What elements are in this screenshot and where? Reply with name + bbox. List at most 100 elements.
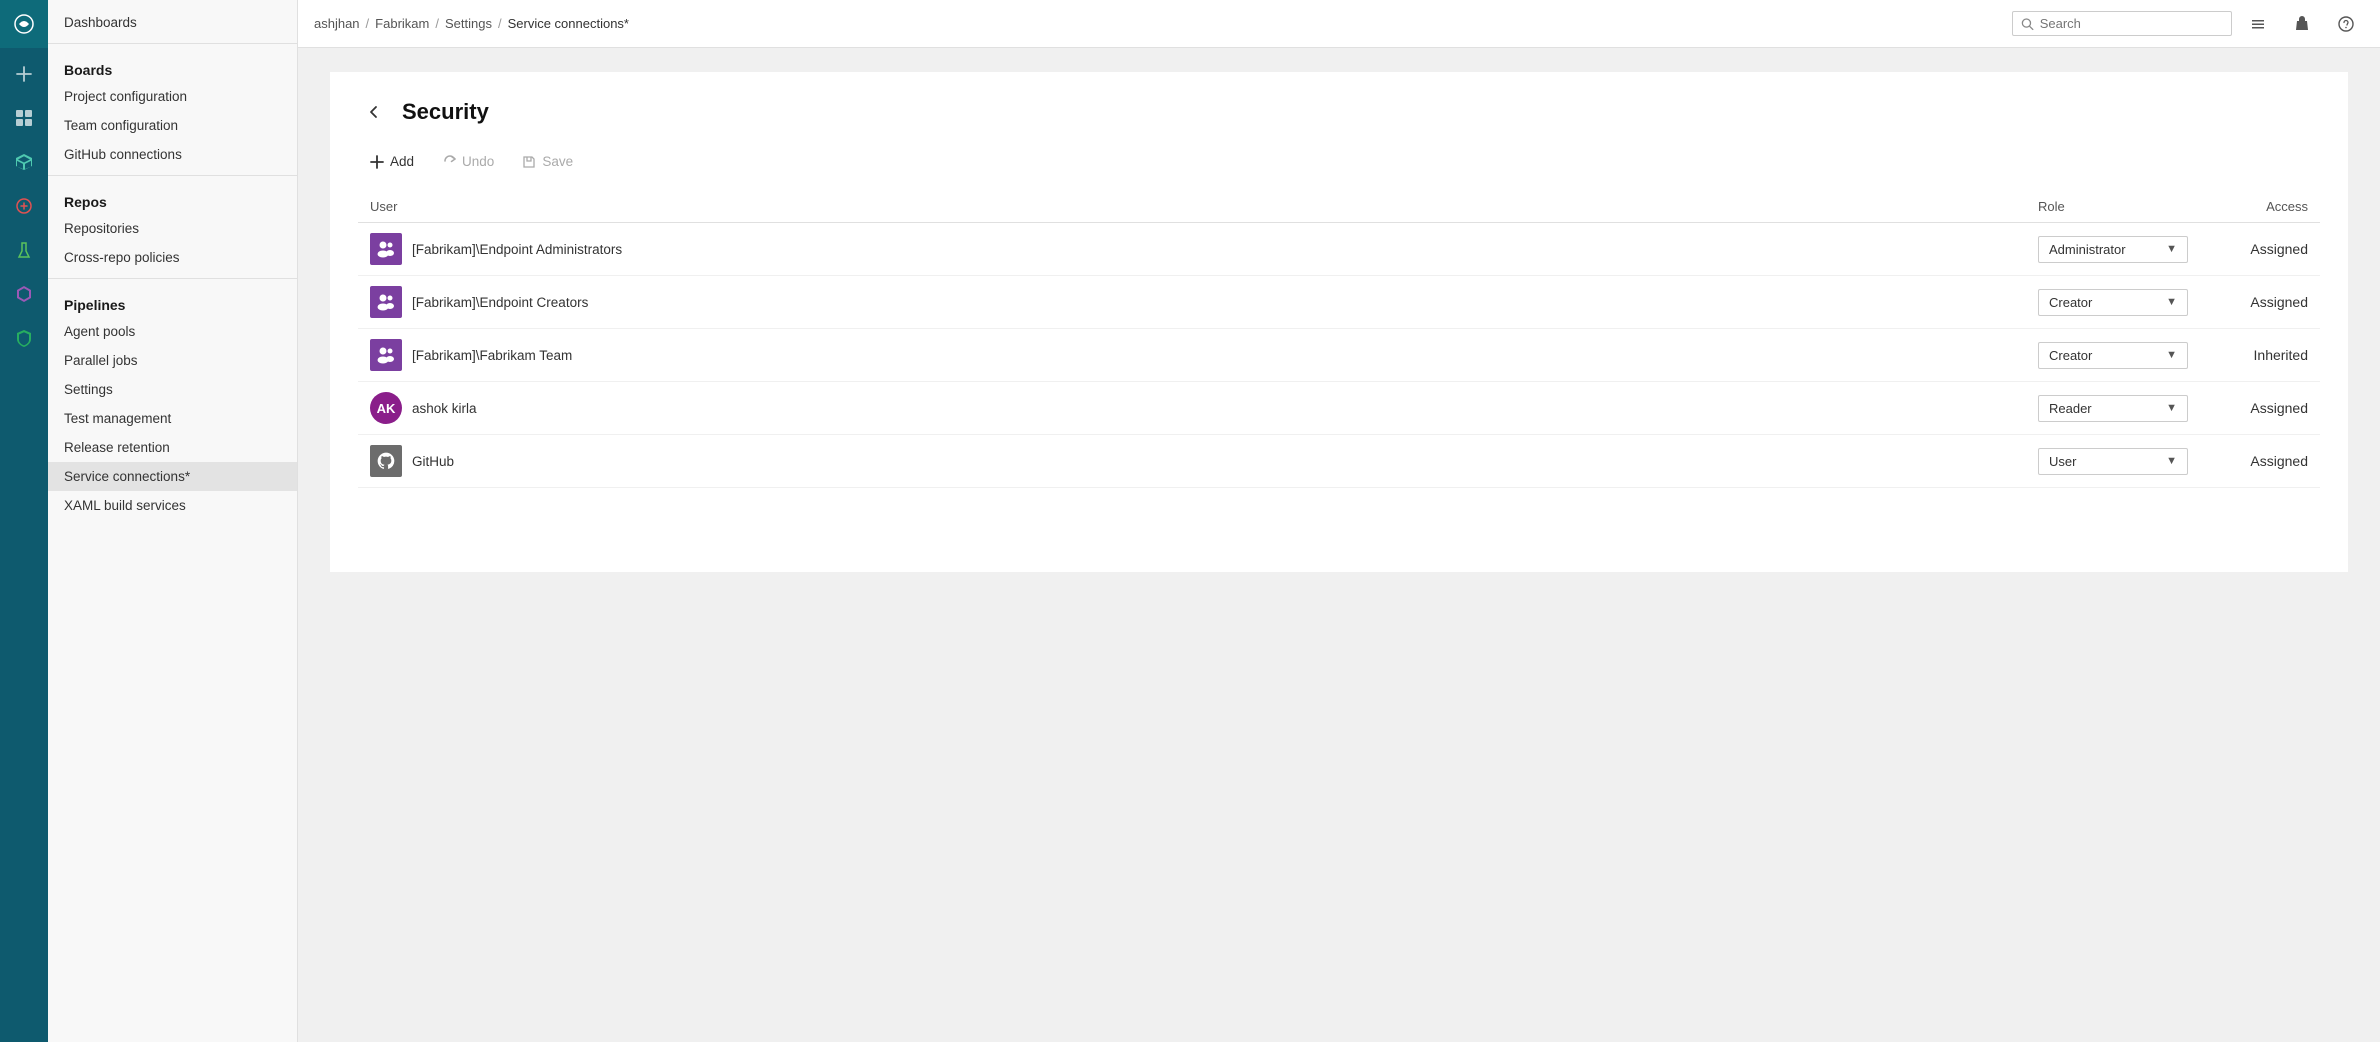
breadcrumb-sep-2: / <box>435 16 439 31</box>
rail-icon-repos[interactable] <box>0 140 48 184</box>
breadcrumb-settings[interactable]: Settings <box>445 16 492 31</box>
sidebar: Dashboards Boards Project configuration … <box>48 0 298 1042</box>
search-input[interactable] <box>2040 16 2223 31</box>
main-area: ashjhan / Fabrikam / Settings / Service … <box>298 0 2380 1042</box>
access-cell: Assigned <box>2200 223 2320 276</box>
chevron-down-icon: ▼ <box>2166 402 2177 414</box>
sidebar-item-team-config[interactable]: Team configuration <box>48 111 297 140</box>
add-icon <box>370 155 384 169</box>
rail-icon-pipelines[interactable] <box>0 184 48 228</box>
avatar <box>370 445 402 477</box>
rail-icon-boards[interactable] <box>0 96 48 140</box>
topbar-bag-icon[interactable] <box>2284 6 2320 42</box>
breadcrumb-fabrikam[interactable]: Fabrikam <box>375 16 429 31</box>
sidebar-divider-1 <box>48 43 297 44</box>
sidebar-section-boards: Boards <box>48 50 297 82</box>
chevron-down-icon: ▼ <box>2166 455 2177 467</box>
col-header-user: User <box>358 191 2026 223</box>
table-row: GitHub User ▼ Assigned <box>358 435 2320 488</box>
table-row: [Fabrikam]\Fabrikam Team Creator ▼ Inher… <box>358 329 2320 382</box>
sidebar-item-cross-repo[interactable]: Cross-repo policies <box>48 243 297 272</box>
user-name: [Fabrikam]\Fabrikam Team <box>412 348 572 363</box>
table-row: [Fabrikam]\Endpoint Creators Creator ▼ A… <box>358 276 2320 329</box>
breadcrumb-service-connections: Service connections* <box>508 16 629 31</box>
rail-icon-test[interactable] <box>0 228 48 272</box>
icon-rail <box>0 0 48 1042</box>
search-icon <box>2021 17 2034 31</box>
user-cell: [Fabrikam]\Fabrikam Team <box>358 329 2026 382</box>
rail-icon-add[interactable] <box>0 52 48 96</box>
sidebar-item-repositories[interactable]: Repositories <box>48 214 297 243</box>
breadcrumb-sep-1: / <box>366 16 370 31</box>
role-value: Creator <box>2049 348 2092 363</box>
content-panel: Security Add Undo Save <box>330 72 2348 572</box>
sidebar-item-service-connections[interactable]: Service connections* <box>48 462 297 491</box>
page-title: Security <box>402 99 489 125</box>
toolbar: Add Undo Save <box>358 148 2320 175</box>
avatar: AK <box>370 392 402 424</box>
avatar <box>370 286 402 318</box>
topbar-help-icon[interactable] <box>2328 6 2364 42</box>
save-button[interactable]: Save <box>510 148 585 175</box>
role-cell[interactable]: Creator ▼ <box>2026 329 2200 382</box>
sidebar-section-repos: Repos <box>48 182 297 214</box>
search-box[interactable] <box>2012 11 2232 36</box>
sidebar-item-test-management[interactable]: Test management <box>48 404 297 433</box>
sidebar-item-release-retention[interactable]: Release retention <box>48 433 297 462</box>
user-name: [Fabrikam]\Endpoint Creators <box>412 295 588 310</box>
access-cell: Assigned <box>2200 276 2320 329</box>
role-value: Administrator <box>2049 242 2126 257</box>
avatar <box>370 233 402 265</box>
role-cell[interactable]: Administrator ▼ <box>2026 223 2200 276</box>
save-icon <box>522 155 536 169</box>
sidebar-item-parallel-jobs[interactable]: Parallel jobs <box>48 346 297 375</box>
chevron-down-icon: ▼ <box>2166 243 2177 255</box>
user-name: ashok kirla <box>412 401 477 416</box>
role-dropdown[interactable]: Creator ▼ <box>2038 289 2188 316</box>
role-cell[interactable]: Reader ▼ <box>2026 382 2200 435</box>
role-dropdown[interactable]: Creator ▼ <box>2038 342 2188 369</box>
undo-button[interactable]: Undo <box>430 148 506 175</box>
sidebar-item-dashboards[interactable]: Dashboards <box>48 8 297 37</box>
table-row: [Fabrikam]\Endpoint Administrators Admin… <box>358 223 2320 276</box>
undo-icon <box>442 155 456 169</box>
page-header: Security <box>358 96 2320 128</box>
content-area: Security Add Undo Save <box>298 48 2380 1042</box>
user-cell: GitHub <box>358 435 2026 488</box>
role-cell[interactable]: User ▼ <box>2026 435 2200 488</box>
sidebar-item-project-config[interactable]: Project configuration <box>48 82 297 111</box>
topbar-list-icon[interactable] <box>2240 6 2276 42</box>
access-cell: Assigned <box>2200 435 2320 488</box>
user-name: [Fabrikam]\Endpoint Administrators <box>412 242 622 257</box>
sidebar-section-pipelines: Pipelines <box>48 285 297 317</box>
sidebar-item-github-connections[interactable]: GitHub connections <box>48 140 297 169</box>
sidebar-item-agent-pools[interactable]: Agent pools <box>48 317 297 346</box>
role-dropdown[interactable]: Administrator ▼ <box>2038 236 2188 263</box>
role-cell[interactable]: Creator ▼ <box>2026 276 2200 329</box>
user-cell: [Fabrikam]\Endpoint Administrators <box>358 223 2026 276</box>
user-cell: [Fabrikam]\Endpoint Creators <box>358 276 2026 329</box>
role-dropdown[interactable]: Reader ▼ <box>2038 395 2188 422</box>
sidebar-item-settings[interactable]: Settings <box>48 375 297 404</box>
role-dropdown[interactable]: User ▼ <box>2038 448 2188 475</box>
access-cell: Inherited <box>2200 329 2320 382</box>
role-value: Reader <box>2049 401 2092 416</box>
breadcrumb-sep-3: / <box>498 16 502 31</box>
back-button[interactable] <box>358 96 390 128</box>
rail-icon-artifacts[interactable] <box>0 272 48 316</box>
role-value: Creator <box>2049 295 2092 310</box>
chevron-down-icon: ▼ <box>2166 349 2177 361</box>
add-button[interactable]: Add <box>358 148 426 175</box>
topbar-actions <box>2240 6 2364 42</box>
breadcrumb-ashjhan[interactable]: ashjhan <box>314 16 360 31</box>
sidebar-item-xaml-build[interactable]: XAML build services <box>48 491 297 520</box>
chevron-down-icon: ▼ <box>2166 296 2177 308</box>
breadcrumb: ashjhan / Fabrikam / Settings / Service … <box>314 16 629 31</box>
sidebar-divider-3 <box>48 278 297 279</box>
access-cell: Assigned <box>2200 382 2320 435</box>
col-header-role: Role <box>2026 191 2200 223</box>
role-value: User <box>2049 454 2076 469</box>
rail-icon-shield[interactable] <box>0 316 48 360</box>
user-name: GitHub <box>412 454 454 469</box>
app-logo[interactable] <box>0 0 48 48</box>
